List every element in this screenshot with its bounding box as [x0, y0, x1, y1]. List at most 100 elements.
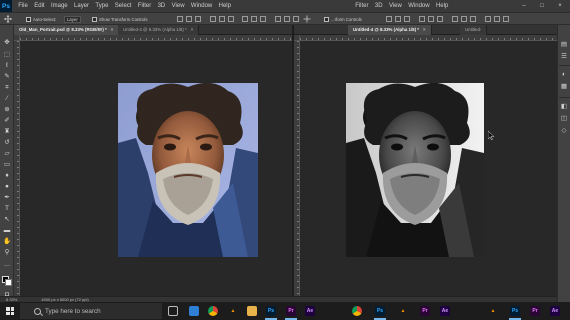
- grayscale-portrait-image[interactable]: [346, 83, 486, 257]
- color-panel-icon[interactable]: ◐: [560, 71, 568, 78]
- tab-untitled-4[interactable]: Untitled-4 @ 8.33% (Alpha 1/8) * ×: [348, 25, 432, 35]
- eraser-icon[interactable]: ▱: [3, 150, 11, 157]
- move-tool-preset-right[interactable]: [303, 15, 311, 23]
- distribute-left-icon[interactable]: [274, 16, 281, 22]
- premiere-icon[interactable]: Pr: [420, 306, 430, 316]
- menu-item-filter[interactable]: Filter: [352, 0, 372, 12]
- after-effects-icon[interactable]: Ae: [550, 306, 560, 316]
- paths-panel-icon[interactable]: ◇: [560, 127, 568, 134]
- close-icon[interactable]: ×: [551, 0, 569, 12]
- vlc-icon[interactable]: ▲: [398, 306, 408, 316]
- minimize-icon[interactable]: –: [515, 0, 533, 12]
- crop-icon[interactable]: ⌗: [3, 84, 11, 91]
- menu-item-edit[interactable]: Edit: [31, 0, 48, 12]
- distribute-top-icon[interactable]: [241, 16, 248, 22]
- chrome-icon[interactable]: [208, 306, 218, 316]
- vlc-icon[interactable]: ▲: [488, 306, 498, 316]
- align-hcenter-icon[interactable]: [218, 16, 225, 22]
- hand-icon[interactable]: ✋: [3, 238, 11, 245]
- auto-select-target-dropdown[interactable]: Layer: [64, 15, 81, 23]
- marquee-icon[interactable]: ⬚: [3, 51, 11, 58]
- swatches-panel-icon[interactable]: ▦: [560, 83, 568, 90]
- photoshop-icon[interactable]: Ps: [266, 306, 276, 316]
- distribute-hcenter-icon[interactable]: [283, 16, 290, 22]
- photoshop-icon[interactable]: Ps: [375, 306, 385, 316]
- menu-item-image[interactable]: Image: [48, 0, 71, 12]
- align-top-icon[interactable]: [385, 16, 392, 22]
- brush-icon[interactable]: ✐: [3, 117, 11, 124]
- menu-item-type[interactable]: Type: [92, 0, 111, 12]
- align-bottom-icon[interactable]: [194, 16, 201, 22]
- chrome-icon[interactable]: [352, 306, 362, 316]
- history-panel-icon[interactable]: ▤: [560, 41, 568, 48]
- show-transform-option[interactable]: Show Transform Controls: [92, 15, 147, 23]
- pen-icon[interactable]: ✒: [3, 194, 11, 201]
- menu-item-view[interactable]: View: [386, 0, 405, 12]
- menu-item-view[interactable]: View: [168, 0, 187, 12]
- vlc-icon[interactable]: ▲: [228, 306, 238, 316]
- menu-item-layer[interactable]: Layer: [71, 0, 92, 12]
- folder-icon[interactable]: [247, 306, 257, 316]
- photoshop-icon[interactable]: Ps: [510, 306, 520, 316]
- gradient-icon[interactable]: ▭: [3, 161, 11, 168]
- menu-item-window[interactable]: Window: [188, 0, 216, 12]
- align-right-icon[interactable]: [436, 16, 443, 22]
- show-transform-checkbox-right[interactable]: [324, 16, 329, 22]
- tab-untitled[interactable]: Untitled-: [460, 25, 488, 35]
- align-hcenter-icon[interactable]: [427, 16, 434, 22]
- distribute-vcenter-icon[interactable]: [250, 16, 257, 22]
- maximize-icon[interactable]: □: [533, 0, 551, 12]
- eyedropper-icon[interactable]: ⁄: [3, 95, 11, 102]
- distribute-bottom-icon[interactable]: [469, 16, 476, 22]
- close-tab-icon[interactable]: ×: [111, 27, 114, 32]
- menu-item-window[interactable]: Window: [405, 0, 433, 12]
- auto-select-checkbox[interactable]: [26, 16, 31, 22]
- store-icon[interactable]: [189, 306, 199, 316]
- channels-panel-icon[interactable]: ◫: [560, 115, 568, 122]
- align-vcenter-icon[interactable]: [185, 16, 192, 22]
- menu-item-select[interactable]: Select: [112, 0, 135, 12]
- show-transform-checkbox[interactable]: [92, 16, 97, 22]
- distribute-bottom-icon[interactable]: [259, 16, 266, 22]
- task-view-icon[interactable]: [168, 306, 178, 316]
- distribute-top-icon[interactable]: [451, 16, 458, 22]
- align-right-icon[interactable]: [227, 16, 234, 22]
- taskbar-search-box[interactable]: Type here to search: [20, 303, 162, 319]
- distribute-right-icon[interactable]: [292, 16, 299, 22]
- premiere-icon[interactable]: Pr: [286, 306, 296, 316]
- premiere-icon[interactable]: Pr: [530, 306, 540, 316]
- move-icon[interactable]: ✥: [3, 39, 11, 46]
- path-select-icon[interactable]: ↖: [3, 216, 11, 223]
- more-tools-icon[interactable]: …: [3, 261, 11, 268]
- close-tab-icon[interactable]: ×: [423, 27, 426, 32]
- zoom-icon[interactable]: ⚲: [3, 249, 11, 256]
- menu-item-help[interactable]: Help: [215, 0, 234, 12]
- align-top-icon[interactable]: [176, 16, 183, 22]
- healing-brush-icon[interactable]: ⊕: [3, 106, 11, 113]
- move-tool-preset[interactable]: [4, 15, 12, 23]
- tab-old-man-portrait[interactable]: Old_Man_Portrait.psd @ 8.33% (RGB/8#) * ×: [14, 25, 120, 35]
- distribute-right-icon[interactable]: [502, 16, 509, 22]
- distribute-hcenter-icon[interactable]: [493, 16, 500, 22]
- properties-panel-icon[interactable]: ☰: [560, 53, 568, 60]
- type-icon[interactable]: T: [3, 205, 11, 212]
- menu-item-3d[interactable]: 3D: [154, 0, 168, 12]
- shape-icon[interactable]: ▬: [3, 227, 11, 234]
- layers-panel-icon[interactable]: ◧: [560, 103, 568, 110]
- align-vcenter-icon[interactable]: [394, 16, 401, 22]
- close-tab-icon[interactable]: ×: [191, 27, 194, 32]
- after-effects-icon[interactable]: Ae: [305, 306, 315, 316]
- align-left-icon[interactable]: [418, 16, 425, 22]
- distribute-left-icon[interactable]: [484, 16, 491, 22]
- distribute-vcenter-icon[interactable]: [460, 16, 467, 22]
- show-transform-option-right[interactable]: ...rform Controls: [324, 15, 362, 23]
- after-effects-icon[interactable]: Ae: [440, 306, 450, 316]
- auto-select-option[interactable]: Auto-Select:: [26, 15, 56, 23]
- windows-start-icon[interactable]: [6, 307, 14, 315]
- clone-stamp-icon[interactable]: ♜: [3, 128, 11, 135]
- menu-item-file[interactable]: File: [15, 0, 31, 12]
- menu-item-help[interactable]: Help: [433, 0, 452, 12]
- align-left-icon[interactable]: [209, 16, 216, 22]
- history-brush-icon[interactable]: ↺: [3, 139, 11, 146]
- dodge-icon[interactable]: ●: [3, 183, 11, 190]
